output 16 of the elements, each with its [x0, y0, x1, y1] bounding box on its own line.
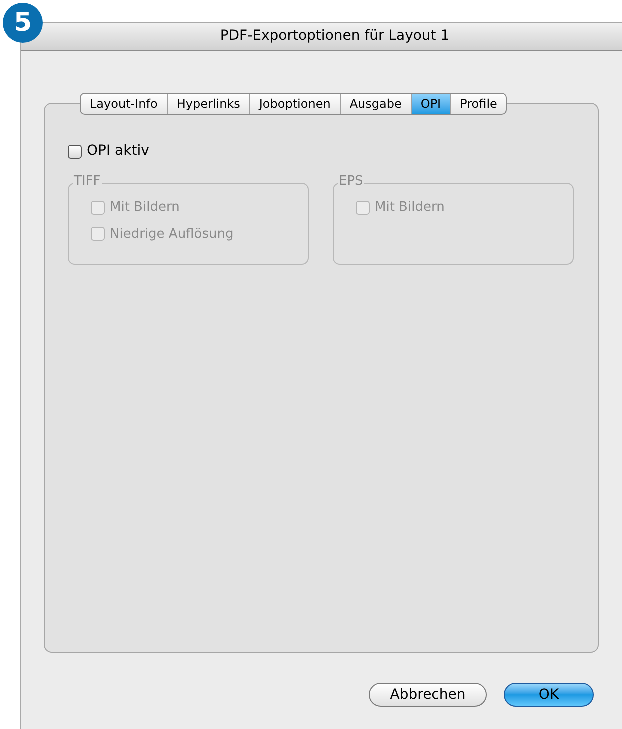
window-title: PDF-Exportoptionen für Layout 1 — [219, 27, 450, 46]
group-title: TIFF — [73, 175, 102, 188]
checkbox-label: Niedrige Auflösung — [110, 226, 234, 244]
checkbox[interactable] — [68, 144, 82, 158]
tab[interactable]: Hyperlinks — [166, 94, 250, 114]
tab[interactable]: Profile — [450, 94, 506, 114]
checkbox-label: Mit Bildern — [110, 199, 180, 217]
tab[interactable]: Layout-Info — [81, 94, 167, 114]
step-badge: 5 — [3, 3, 43, 43]
group-title: EPS — [338, 175, 364, 188]
cancel-button[interactable]: Abbrechen — [369, 683, 487, 707]
checkbox-label: Mit Bildern — [375, 199, 445, 217]
checkbox-label: OPI aktiv — [87, 142, 150, 161]
tab[interactable]: Joboptionen — [249, 94, 340, 114]
ok-button[interactable]: OK — [504, 683, 594, 707]
tab[interactable]: OPI — [410, 94, 450, 114]
